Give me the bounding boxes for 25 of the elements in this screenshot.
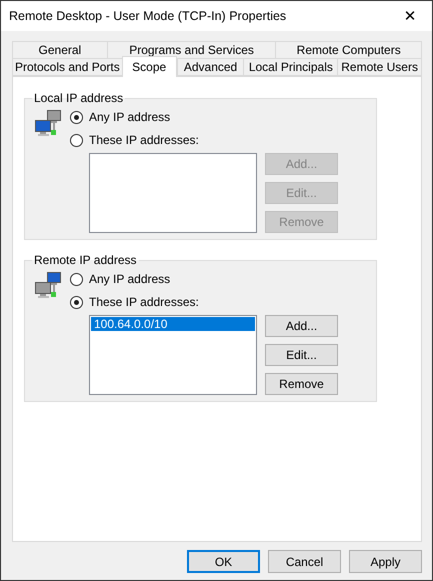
tab[interactable]: Local Principals [243,58,338,76]
action-button[interactable]: Edit... [265,344,338,366]
radio-option[interactable]: Any IP address [70,269,338,289]
tab[interactable]: General [12,41,107,59]
address-list[interactable] [89,153,257,233]
tab[interactable]: Remote Users [337,58,422,76]
close-button[interactable]: ✕ [388,1,432,31]
tab[interactable]: Programs and Services [106,41,276,59]
dialog-button[interactable]: Cancel [268,550,341,573]
group-title: Remote IP address [33,253,138,267]
tab[interactable]: Protocols and Ports [12,58,122,76]
tab[interactable]: Scope [122,56,177,77]
tab[interactable]: Remote Computers [275,41,422,59]
radio-option[interactable]: Any IP address [70,107,338,127]
radio-option[interactable]: These IP addresses: [70,130,338,150]
address-list[interactable]: 100.64.0.0/10 [89,315,257,395]
tab[interactable]: Advanced [176,58,244,76]
dialog-button[interactable]: OK [187,550,260,573]
group-title: Local IP address [33,91,124,105]
dialog-button[interactable]: Apply [349,550,422,573]
radio-option[interactable]: These IP addresses: [70,292,338,312]
action-button[interactable]: Remove [265,373,338,395]
list-item[interactable]: 100.64.0.0/10 [91,317,255,331]
action-button[interactable]: Add... [265,315,338,337]
window-title: Remote Desktop - User Mode (TCP-In) Properties [9,9,286,23]
